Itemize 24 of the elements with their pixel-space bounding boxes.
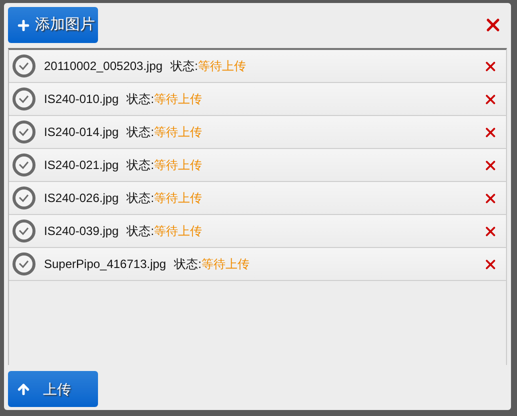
file-name: IS240-026.jpg: [44, 190, 119, 207]
file-name: IS240-010.jpg: [44, 91, 119, 108]
status-value: 等待上传: [198, 58, 246, 75]
status-value: 等待上传: [154, 124, 202, 141]
file-name: IS240-014.jpg: [44, 124, 119, 141]
status-label: 状态:: [126, 91, 154, 108]
file-name: IS240-021.jpg: [44, 157, 119, 174]
status-value: 等待上传: [154, 91, 202, 108]
status-label: 状态:: [126, 157, 154, 174]
status-value: 等待上传: [154, 223, 202, 240]
status-value: 等待上传: [154, 190, 202, 207]
file-name: IS240-039.jpg: [44, 223, 119, 240]
status-label: 状态:: [170, 58, 198, 75]
status-label: 状态:: [174, 256, 202, 273]
plus-icon: [16, 18, 31, 32]
add-image-button[interactable]: 添加图片: [8, 7, 98, 43]
file-name: SuperPipo_416713.jpg: [44, 256, 166, 273]
upload-button[interactable]: 上传: [8, 371, 98, 407]
status-value: 等待上传: [201, 256, 250, 273]
status-label: 状态:: [126, 223, 154, 240]
status-label: 状态:: [126, 190, 154, 207]
status-value: 等待上传: [154, 157, 202, 174]
file-name: 20110002_005203.jpg: [44, 58, 163, 75]
status-label: 状态:: [126, 124, 154, 141]
